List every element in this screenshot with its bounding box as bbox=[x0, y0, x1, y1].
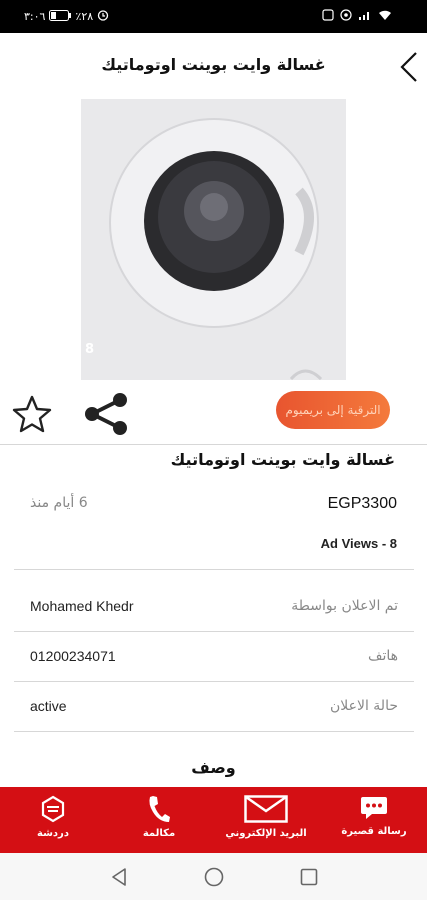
sms-label: رسالة قصيرة bbox=[341, 826, 407, 837]
hotspot-icon bbox=[340, 9, 352, 24]
status-left-cluster: ٣:٠٦ ٪٢٨ bbox=[24, 9, 109, 24]
chat-bubble-icon bbox=[361, 797, 387, 819]
phone-icon bbox=[149, 796, 170, 822]
chat-button[interactable]: دردشة bbox=[3, 787, 103, 853]
email-button[interactable]: البريد الإلكتروني bbox=[216, 787, 316, 853]
divider bbox=[0, 444, 427, 445]
ad-title: غسالة وايت بوينت اوتوماتيك bbox=[170, 450, 395, 469]
ad-price: EGP3300 bbox=[327, 495, 397, 512]
detail-label: حالة الاعلان bbox=[329, 698, 398, 714]
circle-home-icon bbox=[204, 867, 224, 887]
share-button[interactable] bbox=[82, 392, 130, 436]
sms-button[interactable]: رسالة قصيرة bbox=[324, 787, 424, 853]
email-label: البريد الإلكتروني bbox=[225, 828, 307, 839]
star-icon bbox=[12, 395, 52, 433]
phone-number[interactable]: 01200234071 bbox=[30, 648, 116, 664]
app-header: غسالة وايت بوينت اوتوماتيك bbox=[0, 33, 427, 99]
chevron-left-icon bbox=[400, 52, 417, 82]
detail-row-status: حالة الاعلان active bbox=[14, 682, 414, 732]
status-bar: ٣:٠٦ ٪٢٨ bbox=[0, 0, 427, 33]
share-icon bbox=[85, 393, 127, 435]
description-heading: وصف bbox=[191, 758, 236, 777]
system-nav-bar bbox=[0, 853, 427, 900]
nav-back-button[interactable] bbox=[108, 866, 130, 888]
detail-label: هاتف bbox=[367, 648, 398, 664]
battery-percent: ٪٢٨ bbox=[75, 10, 94, 23]
call-button[interactable]: مكالمة bbox=[109, 787, 209, 853]
alarm-icon bbox=[97, 9, 109, 24]
detail-value: Mohamed Khedr bbox=[30, 598, 134, 614]
call-label: مكالمة bbox=[142, 828, 176, 839]
status-value: active bbox=[30, 698, 67, 714]
square-recents-icon bbox=[300, 868, 318, 886]
wifi-icon bbox=[378, 9, 392, 24]
nfc-icon bbox=[322, 9, 334, 24]
page-title: غسالة وايت بوينت اوتوماتيك bbox=[101, 55, 326, 74]
photo-index: 8 bbox=[85, 342, 95, 357]
detail-row-phone[interactable]: هاتف 01200234071 bbox=[14, 632, 414, 682]
clock: ٣:٠٦ bbox=[24, 10, 46, 23]
detail-row-posted-by: تم الاعلان بواسطة Mohamed Khedr bbox=[14, 582, 414, 632]
nav-recents-button[interactable] bbox=[298, 866, 320, 888]
back-button[interactable] bbox=[396, 50, 424, 84]
battery-icon bbox=[49, 9, 72, 24]
product-photo[interactable]: 8 bbox=[81, 99, 346, 380]
actions-row: الترقية إلى بريميوم bbox=[0, 380, 427, 444]
upgrade-premium-button[interactable]: الترقية إلى بريميوم bbox=[276, 391, 390, 429]
envelope-icon bbox=[244, 795, 288, 823]
image-gallery[interactable]: 8 bbox=[0, 99, 427, 380]
triangle-back-icon bbox=[112, 868, 126, 886]
divider bbox=[14, 569, 414, 570]
contact-bar: رسالة قصيرة البريد الإلكتروني مكالمة درد… bbox=[0, 787, 427, 853]
status-right-cluster bbox=[322, 9, 392, 24]
nav-home-button[interactable] bbox=[203, 866, 225, 888]
chat-label: دردشة bbox=[37, 828, 69, 839]
detail-label: تم الاعلان بواسطة bbox=[291, 598, 398, 614]
chat-icon bbox=[41, 795, 65, 823]
ad-views: Ad Views - 8 bbox=[320, 536, 397, 551]
signal-icon bbox=[358, 9, 372, 24]
favorite-button[interactable] bbox=[12, 394, 52, 434]
posted-time: 6 أيام منذ bbox=[30, 495, 88, 511]
